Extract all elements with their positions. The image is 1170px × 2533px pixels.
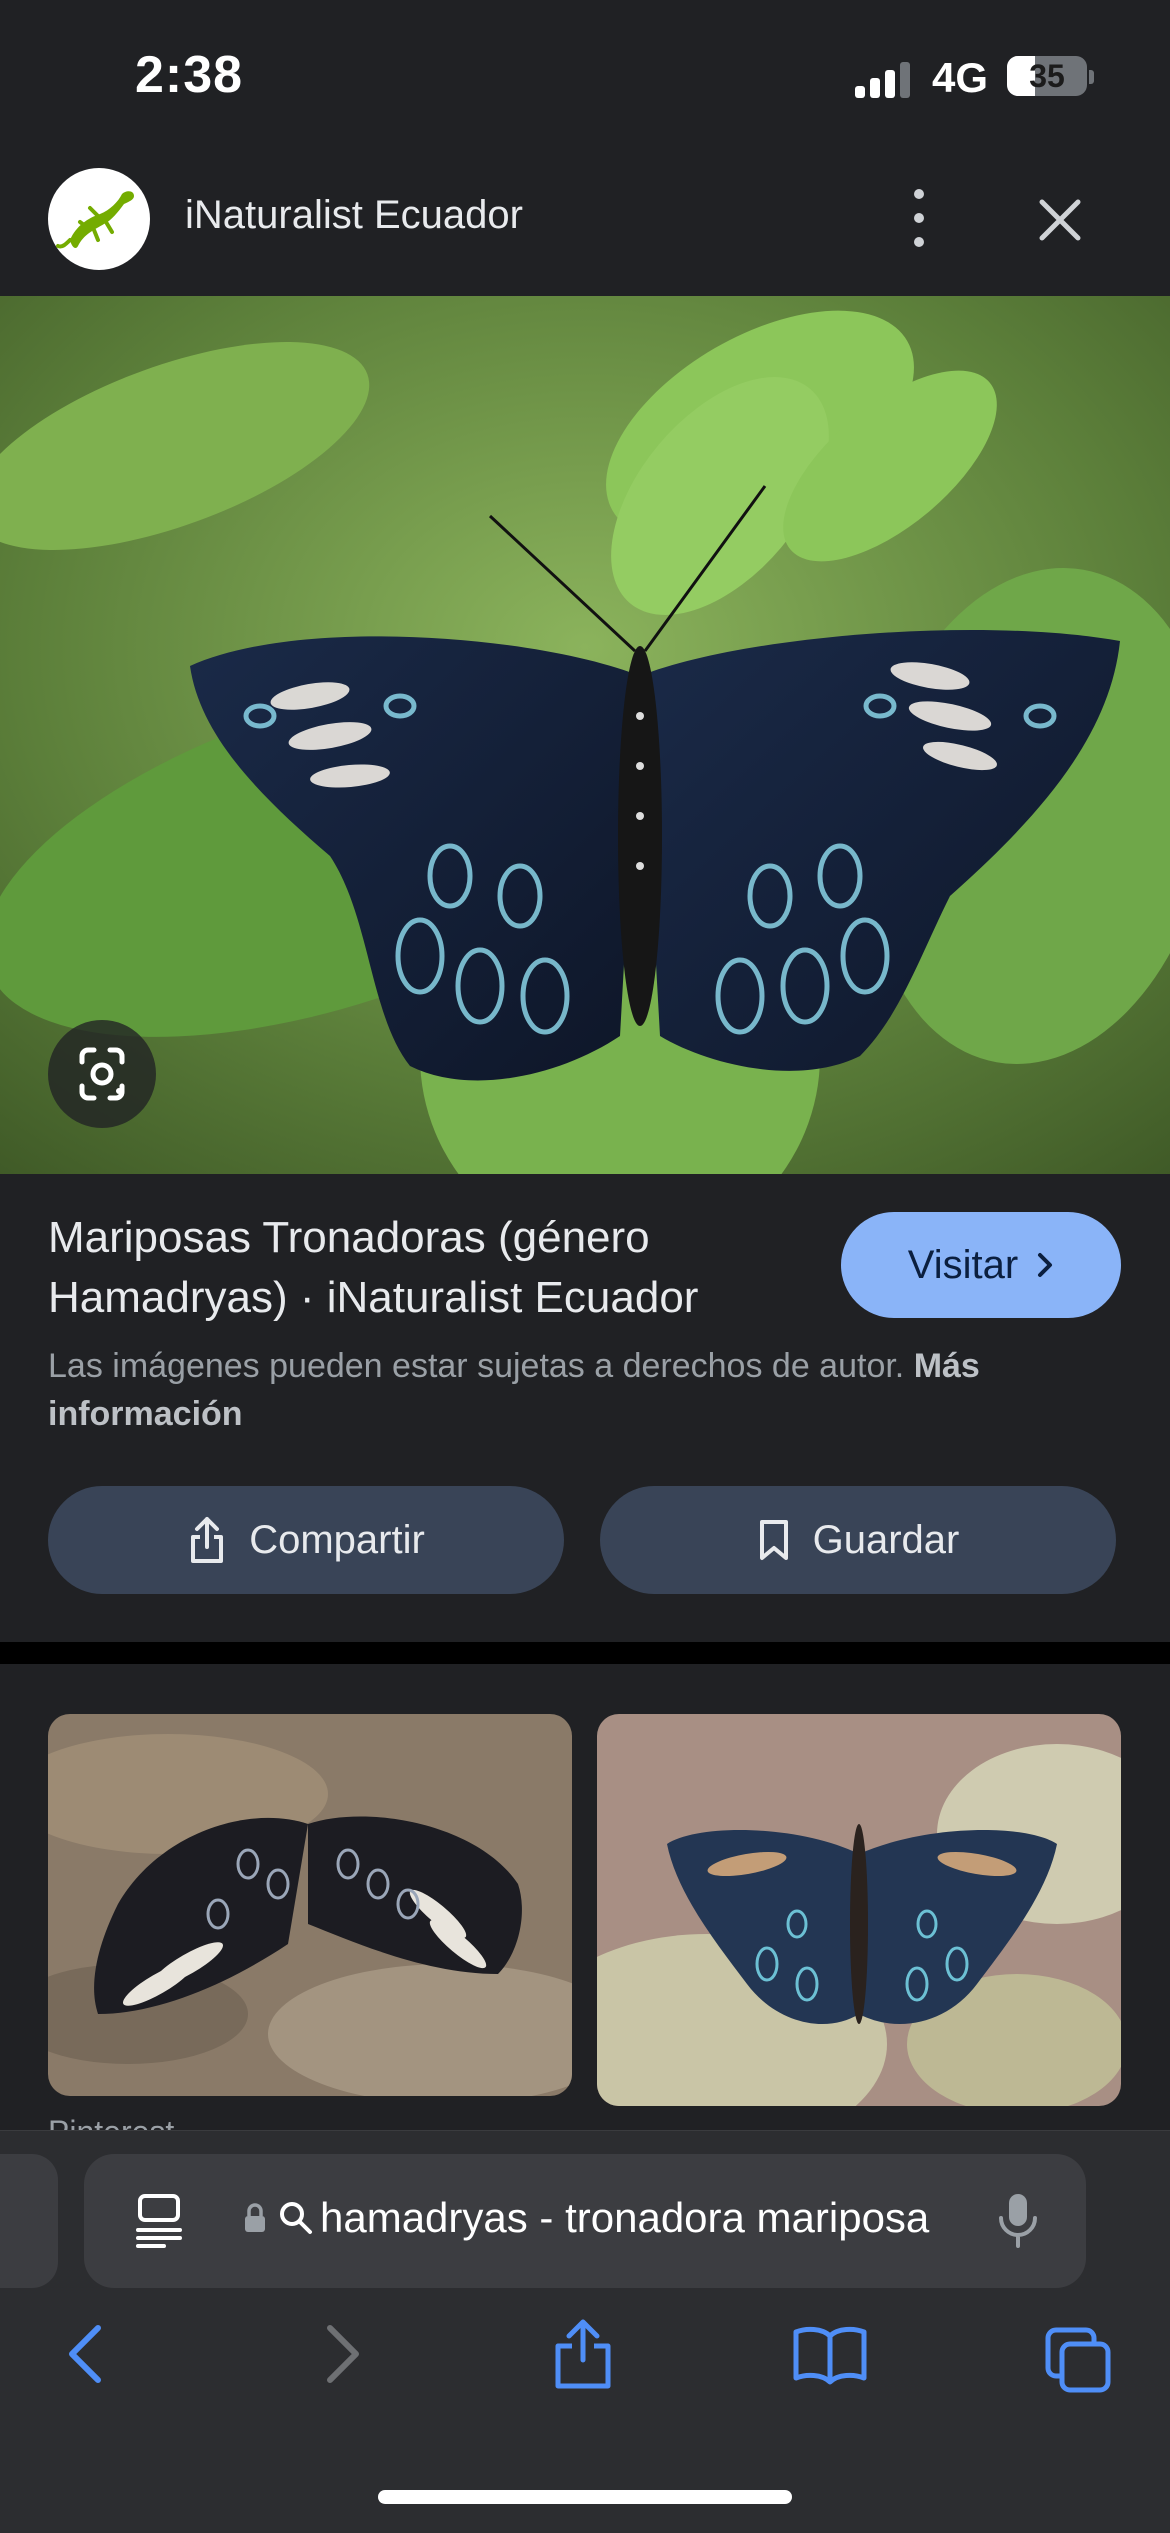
- visit-button[interactable]: Visitar: [841, 1212, 1121, 1318]
- site-title: iNaturalist Ecuador: [185, 193, 523, 237]
- google-lens-icon[interactable]: [48, 1020, 156, 1128]
- copyright-text: Las imágenes pueden estar sujetas a dere…: [48, 1347, 905, 1385]
- section-divider: [0, 1642, 1170, 1664]
- bookmarks-icon[interactable]: [792, 2322, 868, 2391]
- site-header: [0, 150, 1170, 296]
- forward-icon[interactable]: [312, 2322, 368, 2391]
- close-icon[interactable]: [1030, 190, 1090, 250]
- copyright-notice: Las imágenes pueden estar sujetas a dere…: [48, 1342, 1108, 1438]
- hero-image[interactable]: [0, 296, 1170, 1174]
- battery-nub: [1089, 70, 1094, 84]
- share-label: Compartir: [249, 1517, 425, 1562]
- result-title[interactable]: Mariposas Tronadoras (género Hamadryas) …: [48, 1208, 818, 1328]
- network-type: 4G: [932, 54, 989, 101]
- save-label: Guardar: [812, 1517, 960, 1562]
- previous-tab-preview[interactable]: [0, 2154, 58, 2288]
- share-icon[interactable]: [550, 2316, 616, 2395]
- search-icon: [278, 2200, 314, 2241]
- more-vertical-icon[interactable]: [890, 185, 946, 251]
- address-text[interactable]: hamadryas - tronadora mariposa: [320, 2194, 929, 2242]
- visit-label: Visitar: [907, 1242, 1019, 1287]
- tabs-icon[interactable]: [1044, 2326, 1114, 2399]
- microphone-icon[interactable]: [996, 2190, 1040, 2255]
- chevron-right-icon: [1038, 1253, 1053, 1277]
- related-image-2[interactable]: [597, 1714, 1121, 2106]
- home-indicator: [378, 2490, 792, 2504]
- battery-icon: 35: [1007, 56, 1087, 96]
- share-button[interactable]: Compartir: [48, 1486, 564, 1594]
- save-button[interactable]: Guardar: [600, 1486, 1116, 1594]
- page-menu-icon[interactable]: [134, 2192, 184, 2255]
- related-image-1[interactable]: [48, 1714, 572, 2096]
- battery-level: 35: [1029, 58, 1065, 94]
- lizard-icon: [48, 168, 150, 270]
- signal-icon: [855, 60, 915, 98]
- lock-icon: [243, 2202, 267, 2239]
- status-time: 2:38: [135, 46, 244, 104]
- share-icon: [191, 1517, 224, 1563]
- bookmark-icon: [759, 1520, 788, 1560]
- back-icon[interactable]: [60, 2322, 116, 2391]
